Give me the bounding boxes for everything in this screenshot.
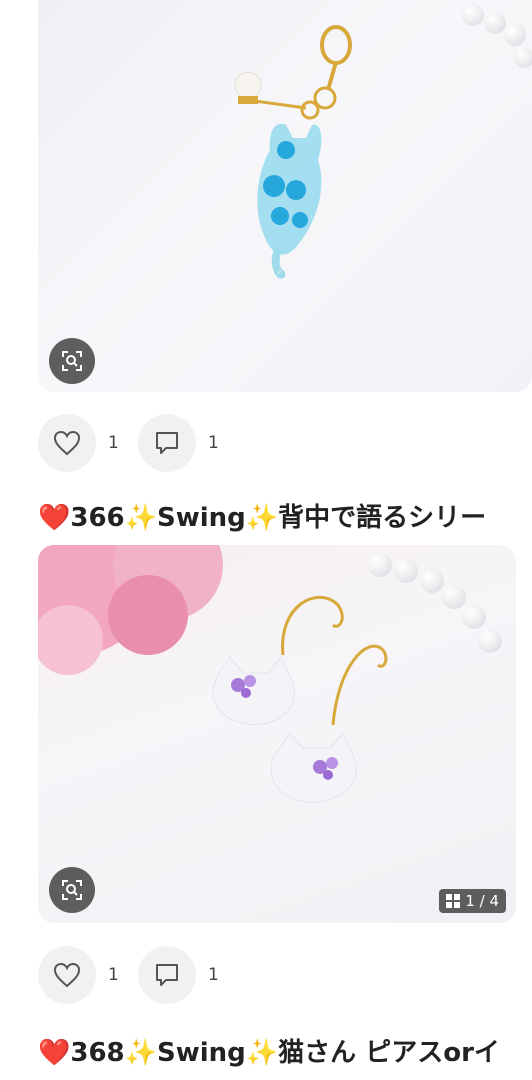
image-search-button[interactable] <box>49 867 95 913</box>
comment-count: 1 <box>208 433 219 453</box>
comment-bubble-icon <box>156 432 178 454</box>
post-title[interactable]: ❤️366✨Swing✨背中で語るシリー <box>38 497 532 534</box>
like-count: 1 <box>108 965 119 985</box>
image-search-button[interactable] <box>49 338 95 384</box>
image-search-icon <box>62 351 82 371</box>
post-actions: 1 1 <box>38 414 238 472</box>
page-indicator-text: 1 / 4 <box>465 892 499 910</box>
image-search-icon <box>62 880 82 900</box>
heart-outline-icon <box>53 430 81 456</box>
comment-button[interactable] <box>138 946 196 1004</box>
like-count: 1 <box>108 433 119 453</box>
post-title[interactable]: ❤️368✨Swing✨猫さん ピアスorイ <box>38 1032 532 1069</box>
heart-outline-icon <box>53 962 81 988</box>
cat-charm-photo <box>234 25 352 279</box>
post-image-cat-charm[interactable] <box>38 0 532 392</box>
comment-button[interactable] <box>138 414 196 472</box>
post-actions: 1 1 <box>38 946 238 1004</box>
like-button[interactable] <box>38 414 96 472</box>
image-page-indicator: 1 / 4 <box>439 889 506 913</box>
gallery-grid-icon <box>446 894 461 908</box>
like-button[interactable] <box>38 946 96 1004</box>
comment-count: 1 <box>208 965 219 985</box>
post-image-cat-earrings[interactable]: 1 / 4 <box>38 545 516 923</box>
comment-bubble-icon <box>156 964 178 986</box>
